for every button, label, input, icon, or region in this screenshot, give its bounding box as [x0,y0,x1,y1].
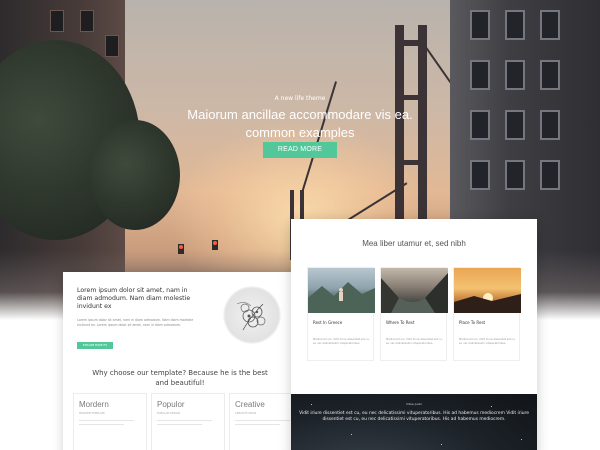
intro-body: Lorem ipsum dolor sit amet, nam in diam … [77,318,194,327]
building-window [505,60,525,90]
destination-body: Mediocrem an. Vidit iriure dissentiet es… [313,338,370,345]
read-more-button[interactable]: READ MORE [263,142,337,158]
feature-subtitle: POPULAR DESIGN [157,412,180,415]
destination-body: Mediocrem an. Vidit iriure dissentiet es… [459,338,516,345]
feature-line [157,424,202,425]
banner-text: Vidit iriure dissentiet est cu, eu nec d… [299,411,529,422]
destination-title: Rest In Greece [313,320,343,325]
bridge-crossbeam [395,160,427,165]
building-window [80,10,94,32]
feature-line [157,420,212,421]
building-window [540,10,560,40]
banner-small-label: Vitae justo [406,402,422,406]
traffic-light [212,240,218,250]
building-window [470,110,490,140]
star [351,434,352,435]
flower-illustration-icon [223,286,281,344]
building-window [505,160,525,190]
feature-card[interactable]: Populor POPULAR DESIGN [151,393,225,450]
destination-image [454,268,521,313]
building-window [50,10,64,32]
star [491,406,492,407]
left-card-mockup: Lorem ipsum dolor sit amet, nam in diam … [63,272,303,450]
right-card-mockup: Mea liber utamur et, sed nibh Rest In Gr… [291,219,537,450]
building-window [505,110,525,140]
destinations-title: Mea liber utamur et, sed nibh [362,239,466,248]
feature-line [79,424,124,425]
destination-card[interactable]: Rest In Greece Mediocrem an. Vidit iriur… [307,267,375,361]
building-window [540,160,560,190]
building-window [505,10,525,40]
feature-subtitle: MODERN TEMPLATE [79,412,105,415]
feature-line [79,420,134,421]
destination-body: Mediocrem an. Vidit iriure dissentiet es… [386,338,443,345]
destination-title: Place To Rest [459,320,486,325]
feature-card[interactable]: Mordern MODERN TEMPLATE [73,393,147,450]
dark-banner: Vitae justo Vidit iriure dissentiet est … [291,394,537,450]
destination-title: Where To Rest [386,320,415,325]
destination-image [381,268,448,313]
building-window [105,35,119,57]
why-choose-heading: Why choose our template? Because he is t… [92,369,268,387]
feature-line [235,424,280,425]
explore-button[interactable]: EXPLORE MORE ITS [77,342,113,349]
feature-title: Populor [157,400,185,409]
hero-title: Maiorum ancillae accommodare vis ea. com… [187,107,413,140]
building-window [540,60,560,90]
destination-card[interactable]: Where To Rest Mediocrem an. Vidit iriure… [380,267,448,361]
building-window [470,10,490,40]
building-window [470,60,490,90]
feature-subtitle: CREATIVE IDEAS [235,412,257,415]
destination-image [308,268,375,313]
intro-heading: Lorem ipsum dolor sit amet, nam in diam … [77,287,191,310]
destination-card[interactable]: Place To Rest Mediocrem an. Vidit iriure… [453,267,521,361]
tree [90,120,180,230]
building-window [470,160,490,190]
feature-title: Mordern [79,400,109,409]
feature-line [235,420,290,421]
star [521,439,522,440]
feature-title: Creative [235,400,265,409]
star [441,444,442,445]
building-window [540,110,560,140]
hero-tagline: A new life theme [274,95,326,102]
